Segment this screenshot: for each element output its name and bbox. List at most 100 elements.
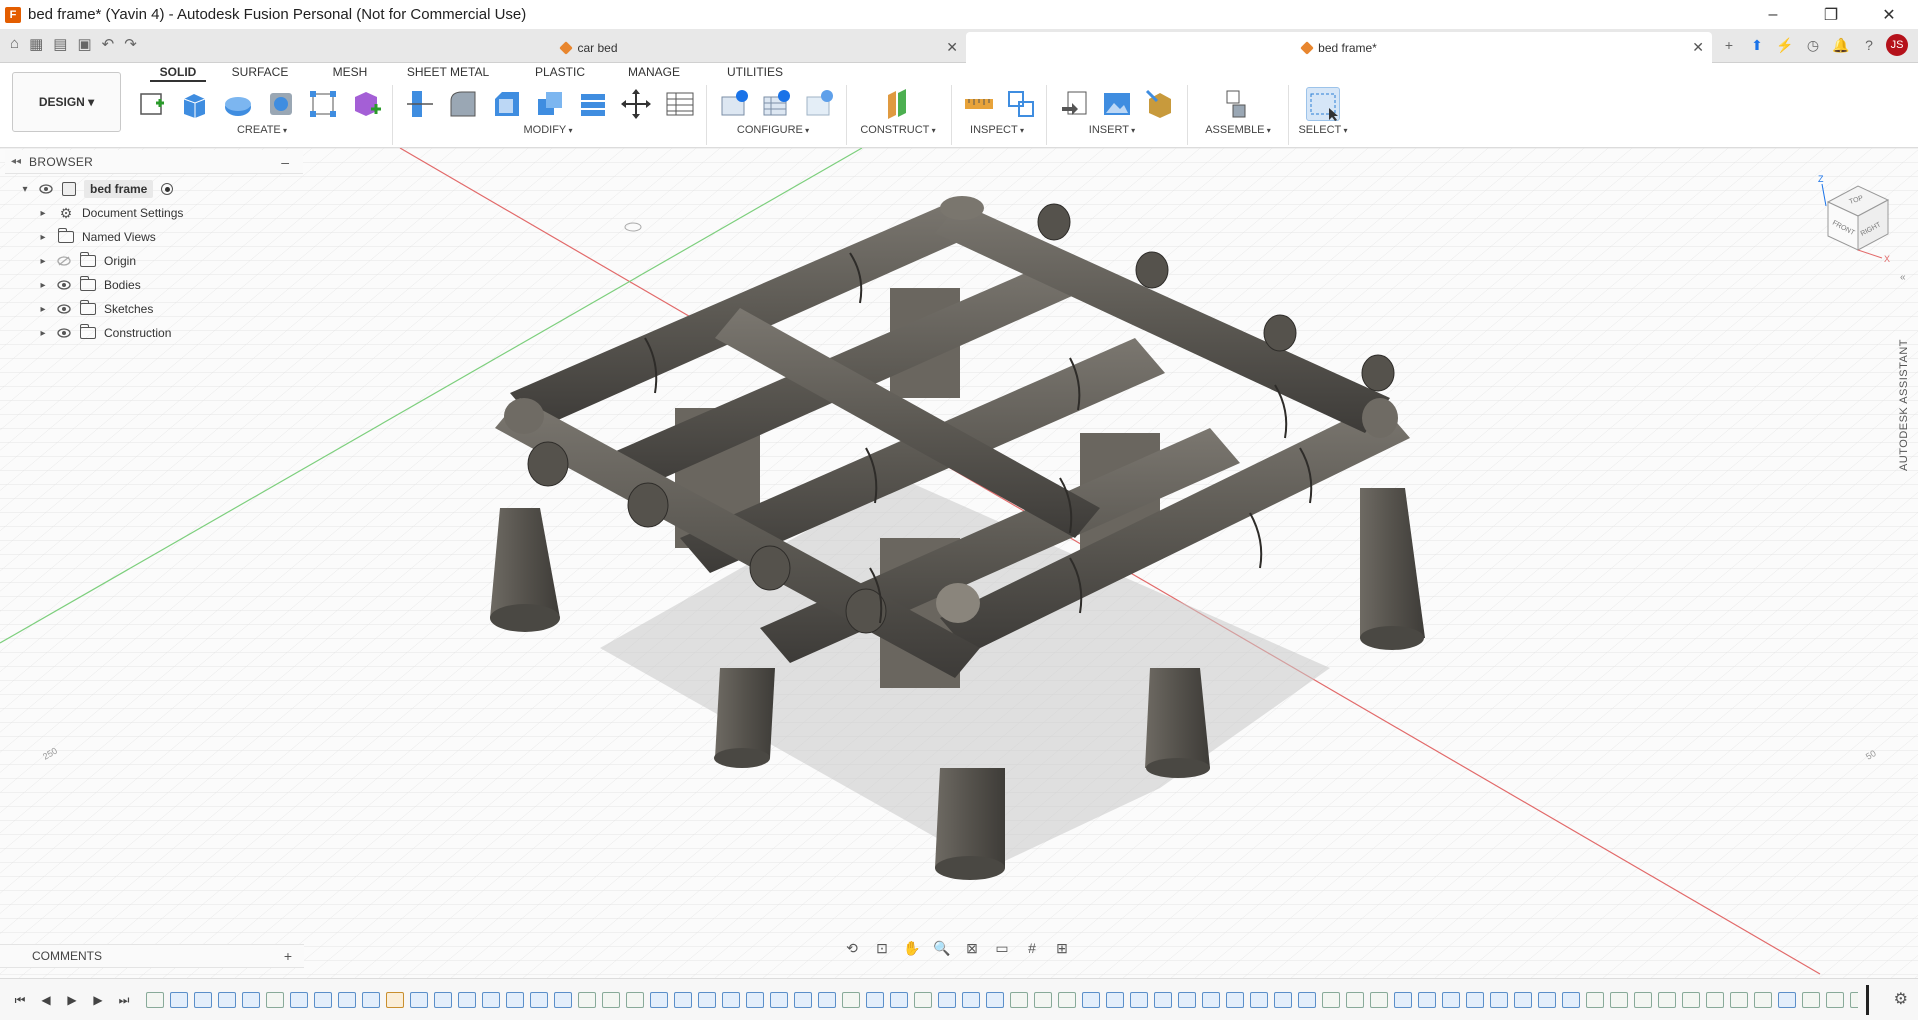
timeline-feature[interactable] [1586, 992, 1604, 1008]
insert-derive-icon[interactable] [1058, 87, 1092, 121]
insert-mcmaster-icon[interactable] [1143, 87, 1177, 121]
new-tab-icon[interactable]: + [1718, 34, 1740, 56]
timeline-feature[interactable] [1154, 992, 1172, 1008]
orbit-icon[interactable]: ⟲ [840, 938, 864, 958]
timeline-feature[interactable] [266, 992, 284, 1008]
press-pull-icon[interactable] [403, 87, 437, 121]
offset-plane-icon[interactable] [880, 87, 914, 121]
insert-group-label[interactable]: INSERT [1077, 124, 1147, 136]
collapse-arrows-icon[interactable]: ◂◂ [11, 156, 21, 167]
tab-surface[interactable]: SURFACE [230, 65, 290, 79]
play-icon[interactable]: ▶ [62, 991, 82, 1009]
tree-item-sketches[interactable]: ▸ Sketches [36, 297, 153, 321]
undo-icon[interactable]: ↶ [102, 35, 115, 53]
tab-manage[interactable]: MANAGE [626, 65, 682, 79]
timeline-feature[interactable] [1634, 992, 1652, 1008]
timeline-feature[interactable] [194, 992, 212, 1008]
configure-icon-3[interactable] [803, 87, 837, 121]
timeline-feature[interactable] [578, 992, 596, 1008]
measure-icon[interactable] [962, 87, 996, 121]
timeline-feature[interactable] [1682, 992, 1700, 1008]
timeline-feature[interactable] [530, 992, 548, 1008]
timeline-feature[interactable] [770, 992, 788, 1008]
file-menu-icon[interactable]: ▤ [53, 35, 67, 53]
timeline-feature[interactable] [1442, 992, 1460, 1008]
viewports-icon[interactable]: ⊞ [1050, 938, 1074, 958]
pan-icon[interactable]: ✋ [900, 938, 924, 958]
timeline-feature[interactable] [338, 992, 356, 1008]
zoom-icon[interactable]: 🔍 [930, 938, 954, 958]
timeline-feature[interactable] [386, 992, 404, 1008]
timeline-feature[interactable] [1802, 992, 1820, 1008]
tab-sheet-metal[interactable]: SHEET METAL [406, 65, 490, 79]
configure-group-label[interactable]: CONFIGURE [728, 124, 818, 136]
combine-icon[interactable] [576, 87, 610, 121]
close-tab-icon[interactable]: ✕ [1692, 39, 1704, 56]
timeline-feature[interactable] [1826, 992, 1844, 1008]
grid-settings-icon[interactable]: # [1020, 938, 1044, 958]
tree-item-construction[interactable]: ▸ Construction [36, 321, 171, 345]
restore-button[interactable]: ❐ [1802, 0, 1860, 29]
chevron-down-icon[interactable]: ▾ [18, 184, 32, 195]
timeline-feature[interactable] [1418, 992, 1436, 1008]
timeline-feature[interactable] [290, 992, 308, 1008]
3d-viewport[interactable]: 250 50 [0, 148, 1918, 978]
close-window-button[interactable]: ✕ [1860, 0, 1918, 29]
extensions-icon[interactable]: ⚡ [1774, 34, 1796, 56]
tree-item-named-views[interactable]: ▸ Named Views [36, 225, 156, 249]
notifications-icon[interactable]: 🔔 [1830, 34, 1852, 56]
timeline-feature[interactable] [626, 992, 644, 1008]
chamfer-icon[interactable] [490, 87, 524, 121]
chevron-right-icon[interactable]: ▸ [36, 304, 50, 315]
chevron-right-icon[interactable]: ▸ [36, 328, 50, 339]
timeline-feature[interactable] [1058, 992, 1076, 1008]
go-to-end-icon[interactable]: ⏭ [114, 991, 134, 1009]
revolve-icon[interactable] [221, 87, 255, 121]
timeline-feature[interactable] [1346, 992, 1364, 1008]
timeline-feature[interactable] [650, 992, 668, 1008]
timeline-feature[interactable] [1658, 992, 1676, 1008]
timeline-feature[interactable] [1706, 992, 1724, 1008]
timeline-features[interactable] [146, 992, 1858, 1010]
timeline-feature[interactable] [1298, 992, 1316, 1008]
timeline-feature[interactable] [410, 992, 428, 1008]
fillet-icon[interactable] [446, 87, 480, 121]
timeline-feature[interactable] [1370, 992, 1388, 1008]
close-tab-icon[interactable]: ✕ [946, 39, 958, 56]
timeline-feature[interactable] [1130, 992, 1148, 1008]
timeline-feature[interactable] [1106, 992, 1124, 1008]
timeline-feature[interactable] [1514, 992, 1532, 1008]
timeline-feature[interactable] [218, 992, 236, 1008]
visibility-eye-icon[interactable] [56, 301, 72, 317]
timeline-feature[interactable] [1010, 992, 1028, 1008]
timeline-feature[interactable] [674, 992, 692, 1008]
comments-panel[interactable]: COMMENTS + [0, 944, 304, 968]
timeline-feature[interactable] [1730, 992, 1748, 1008]
timeline-feature[interactable] [890, 992, 908, 1008]
timeline-feature[interactable] [602, 992, 620, 1008]
chevron-right-icon[interactable]: ▸ [36, 232, 50, 243]
go-to-start-icon[interactable]: ⏮ [10, 991, 30, 1009]
extrude-icon[interactable] [178, 87, 212, 121]
tab-solid[interactable]: SOLID [150, 65, 206, 82]
timeline-feature[interactable] [962, 992, 980, 1008]
construct-group-label[interactable]: CONSTRUCT [858, 124, 938, 136]
select-group-label[interactable]: SELECT [1293, 124, 1353, 136]
chevron-right-icon[interactable]: ▸ [36, 208, 50, 219]
hidden-eye-icon[interactable] [56, 253, 72, 269]
timeline-feature[interactable] [1034, 992, 1052, 1008]
step-forward-icon[interactable]: ▶ [88, 991, 108, 1009]
timeline-feature[interactable] [1082, 992, 1100, 1008]
timeline-feature[interactable] [1394, 992, 1412, 1008]
tab-car-bed[interactable]: car bed ✕ [212, 32, 966, 63]
workspace-switcher[interactable]: DESIGN ▾ [12, 72, 121, 132]
timeline-feature[interactable] [1226, 992, 1244, 1008]
timeline-marker[interactable] [1866, 985, 1869, 1015]
minimize-browser-icon[interactable]: – [281, 154, 289, 170]
timeline-feature[interactable] [434, 992, 452, 1008]
timeline-feature[interactable] [554, 992, 572, 1008]
select-window-icon[interactable] [1306, 87, 1340, 121]
look-at-icon[interactable]: ⊡ [870, 938, 894, 958]
modify-group-label[interactable]: MODIFY [513, 124, 583, 136]
timeline-feature[interactable] [1850, 992, 1858, 1008]
